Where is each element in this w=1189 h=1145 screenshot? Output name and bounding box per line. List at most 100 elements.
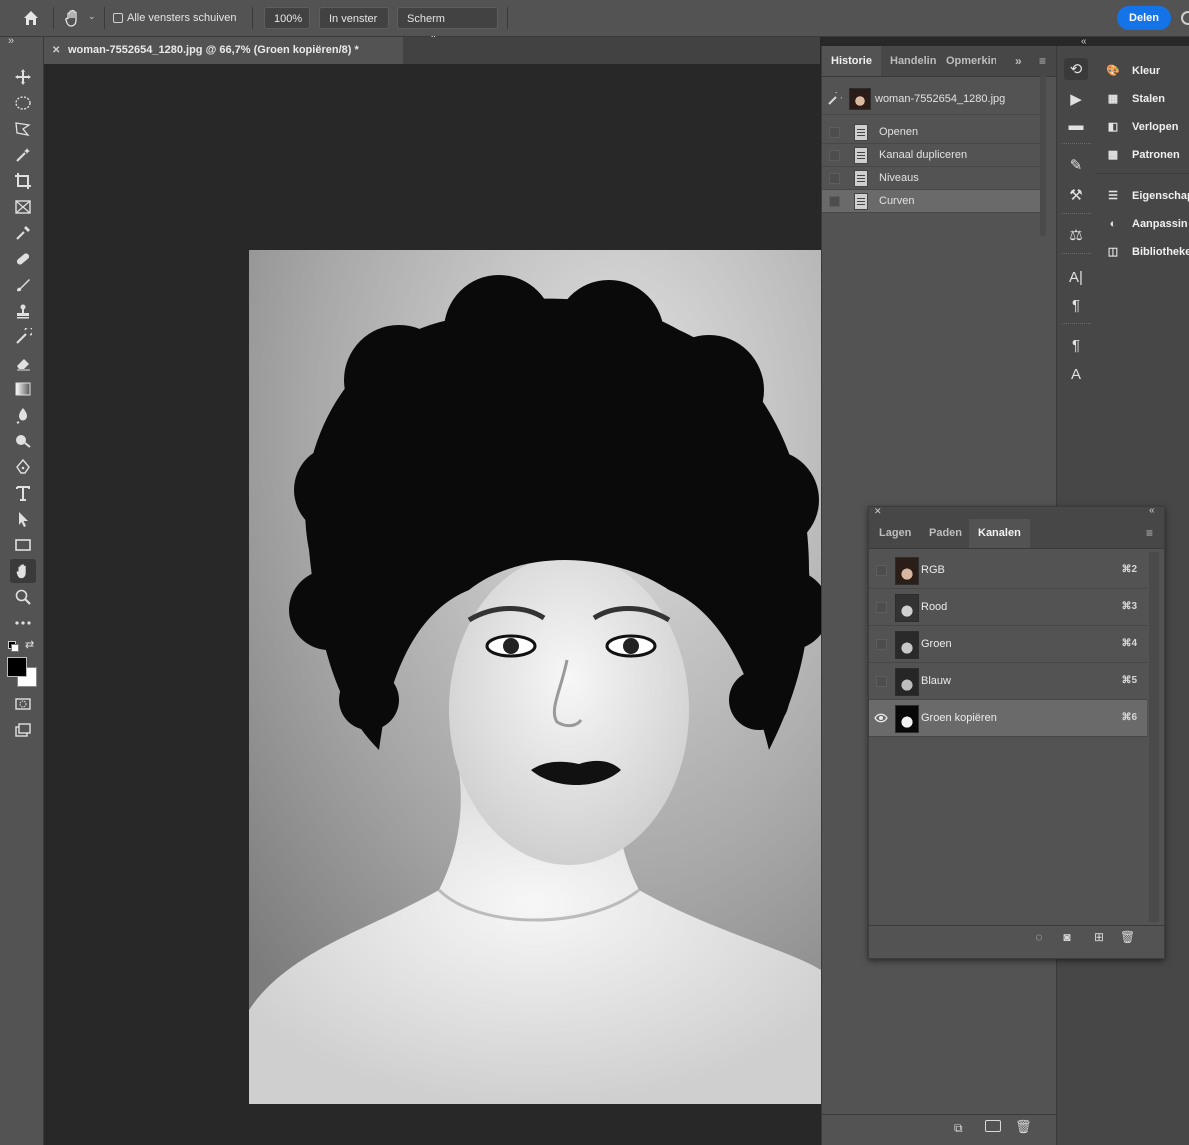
- more-tools-icon[interactable]: [10, 611, 36, 635]
- history-checkbox[interactable]: [829, 127, 840, 138]
- channel-row-groen-kopieren[interactable]: Groen kopiëren ⌘6: [869, 700, 1147, 737]
- channel-visibility-toggle[interactable]: [876, 565, 887, 576]
- paragraph-panel-icon[interactable]: ¶: [1064, 294, 1088, 316]
- stamp-tool-icon[interactable]: [10, 299, 36, 323]
- magic-wand-tool-icon[interactable]: [10, 143, 36, 167]
- default-colors-icon[interactable]: [8, 641, 19, 652]
- delete-channel-icon[interactable]: 🗑: [1120, 930, 1135, 944]
- history-panel-icon[interactable]: ⟲: [1064, 58, 1088, 80]
- panel-libraries[interactable]: ◫ Bibliotheke: [1104, 241, 1189, 263]
- dodge-tool-icon[interactable]: [10, 429, 36, 453]
- paragraph-styles-icon[interactable]: ¶: [1064, 334, 1088, 356]
- panel-adjustments[interactable]: ◐ Aanpassin: [1104, 213, 1188, 235]
- pen-tool-icon[interactable]: [10, 455, 36, 479]
- eyedropper-tool-icon[interactable]: [10, 221, 36, 245]
- chevron-down-icon[interactable]: ⌄: [88, 11, 96, 22]
- delete-icon[interactable]: 🗑: [1015, 1119, 1032, 1135]
- close-panel-icon[interactable]: ✕: [874, 506, 882, 517]
- brush-tool-icon[interactable]: [10, 273, 36, 297]
- load-channel-as-selection-icon[interactable]: ◌: [1032, 930, 1046, 944]
- history-state-openen[interactable]: Openen: [822, 121, 1040, 144]
- history-checkbox[interactable]: [829, 196, 840, 207]
- quick-mask-icon[interactable]: [10, 692, 36, 716]
- history-checkbox[interactable]: [829, 150, 840, 161]
- tab-channels[interactable]: Kanalen: [969, 519, 1030, 548]
- zoom-tool-icon[interactable]: [10, 585, 36, 609]
- panel-properties[interactable]: ☰ Eigenschap: [1104, 185, 1189, 207]
- actions-play-icon[interactable]: ▶: [1064, 88, 1088, 110]
- lasso-tool-icon[interactable]: [10, 117, 36, 141]
- scroll-all-windows-checkbox[interactable]: [113, 13, 123, 23]
- tab-history[interactable]: Historie: [822, 46, 881, 76]
- new-channel-icon[interactable]: ⊞: [1092, 930, 1106, 944]
- notes-icon[interactable]: ▬: [1064, 114, 1088, 136]
- share-button[interactable]: Delen: [1117, 6, 1171, 30]
- document-image[interactable]: [249, 250, 821, 1104]
- panel-title-bar[interactable]: ✕ «: [869, 505, 1164, 519]
- zoom-100-button[interactable]: 100%: [264, 7, 310, 29]
- history-scrollbar[interactable]: [1040, 76, 1046, 236]
- clone-source-icon[interactable]: ⚖: [1064, 224, 1088, 246]
- panel-menu-icon[interactable]: ≡: [1146, 519, 1153, 548]
- panel-swatches[interactable]: ▦ Stalen: [1104, 88, 1165, 110]
- collapse-strip-icon[interactable]: «: [1081, 36, 1087, 47]
- gradient-tool-icon[interactable]: [10, 377, 36, 401]
- channel-visibility-toggle[interactable]: [876, 602, 887, 613]
- save-selection-as-channel-icon[interactable]: ◙: [1060, 930, 1074, 944]
- panel-patterns[interactable]: ▩ Patronen: [1104, 144, 1180, 166]
- history-brush-source-icon[interactable]: [828, 89, 845, 106]
- panel-gradients[interactable]: ◧ Verlopen: [1104, 116, 1179, 138]
- eye-icon[interactable]: [874, 711, 888, 725]
- channel-row-rgb[interactable]: RGB ⌘2: [869, 552, 1147, 589]
- blur-tool-icon[interactable]: [10, 403, 36, 427]
- history-state-curven[interactable]: Curven: [822, 190, 1040, 213]
- healing-brush-tool-icon[interactable]: [10, 247, 36, 271]
- history-brush-tool-icon[interactable]: [10, 325, 36, 349]
- channel-row-blauw[interactable]: Blauw ⌘5: [869, 663, 1147, 700]
- marquee-tool-icon[interactable]: [10, 91, 36, 115]
- path-selection-tool-icon[interactable]: [10, 507, 36, 531]
- collapse-icon[interactable]: »: [8, 35, 14, 47]
- tab-layers[interactable]: Lagen: [879, 519, 911, 548]
- fit-on-screen-button[interactable]: In venster: [319, 7, 389, 29]
- create-snapshot-icon[interactable]: [985, 1120, 1001, 1132]
- fill-screen-button[interactable]: Scherm opvullen: [397, 7, 498, 47]
- tab-actions[interactable]: Handelin: [890, 46, 938, 76]
- search-icon[interactable]: [1181, 11, 1189, 25]
- home-icon[interactable]: [22, 9, 40, 27]
- hand-tool-preset-icon[interactable]: [63, 8, 83, 28]
- history-state-niveaus[interactable]: Niveaus: [822, 167, 1040, 190]
- swap-colors-icon[interactable]: ⇄: [25, 638, 34, 651]
- hand-tool-icon[interactable]: [10, 559, 36, 583]
- character-panel-icon[interactable]: A|: [1064, 266, 1088, 288]
- close-tab-icon[interactable]: ✕: [52, 37, 60, 64]
- snapshot-row[interactable]: woman-7552654_1280.jpg: [822, 84, 1040, 115]
- new-document-from-state-icon[interactable]: ⧉: [954, 1121, 963, 1136]
- tab-notes[interactable]: Opmerkin: [946, 46, 996, 76]
- channels-scrollbar[interactable]: [1149, 552, 1159, 922]
- panel-menu-icon[interactable]: ≡: [1039, 46, 1046, 76]
- type-tool-icon[interactable]: [10, 481, 36, 505]
- screen-mode-icon[interactable]: [10, 718, 36, 742]
- tool-presets-icon[interactable]: ⚒: [1064, 184, 1088, 206]
- panel-color-label: Kleur: [1132, 65, 1161, 77]
- history-state-kanaal-dupliceren[interactable]: Kanaal dupliceren: [822, 144, 1040, 167]
- move-tool-icon[interactable]: [10, 65, 36, 89]
- frame-tool-icon[interactable]: [10, 195, 36, 219]
- channel-row-groen[interactable]: Groen ⌘4: [869, 626, 1147, 663]
- tab-paths[interactable]: Paden: [929, 519, 962, 548]
- document-tab[interactable]: ✕ woman-7552654_1280.jpg @ 66,7% (Groen …: [44, 37, 403, 64]
- history-checkbox[interactable]: [829, 173, 840, 184]
- channel-row-rood[interactable]: Rood ⌘3: [869, 589, 1147, 626]
- collapse-panel-icon[interactable]: «: [1149, 505, 1155, 516]
- channel-visibility-toggle[interactable]: [876, 639, 887, 650]
- character-styles-icon[interactable]: A: [1064, 363, 1088, 385]
- channel-visibility-toggle[interactable]: [876, 676, 887, 687]
- brush-settings-icon[interactable]: ✎: [1064, 154, 1088, 176]
- crop-tool-icon[interactable]: [10, 169, 36, 193]
- panel-color[interactable]: 🎨 Kleur: [1104, 60, 1160, 82]
- foreground-color-swatch[interactable]: [7, 657, 27, 677]
- more-tabs-icon[interactable]: »: [1015, 46, 1022, 76]
- rectangle-tool-icon[interactable]: [10, 533, 36, 557]
- eraser-tool-icon[interactable]: [10, 351, 36, 375]
